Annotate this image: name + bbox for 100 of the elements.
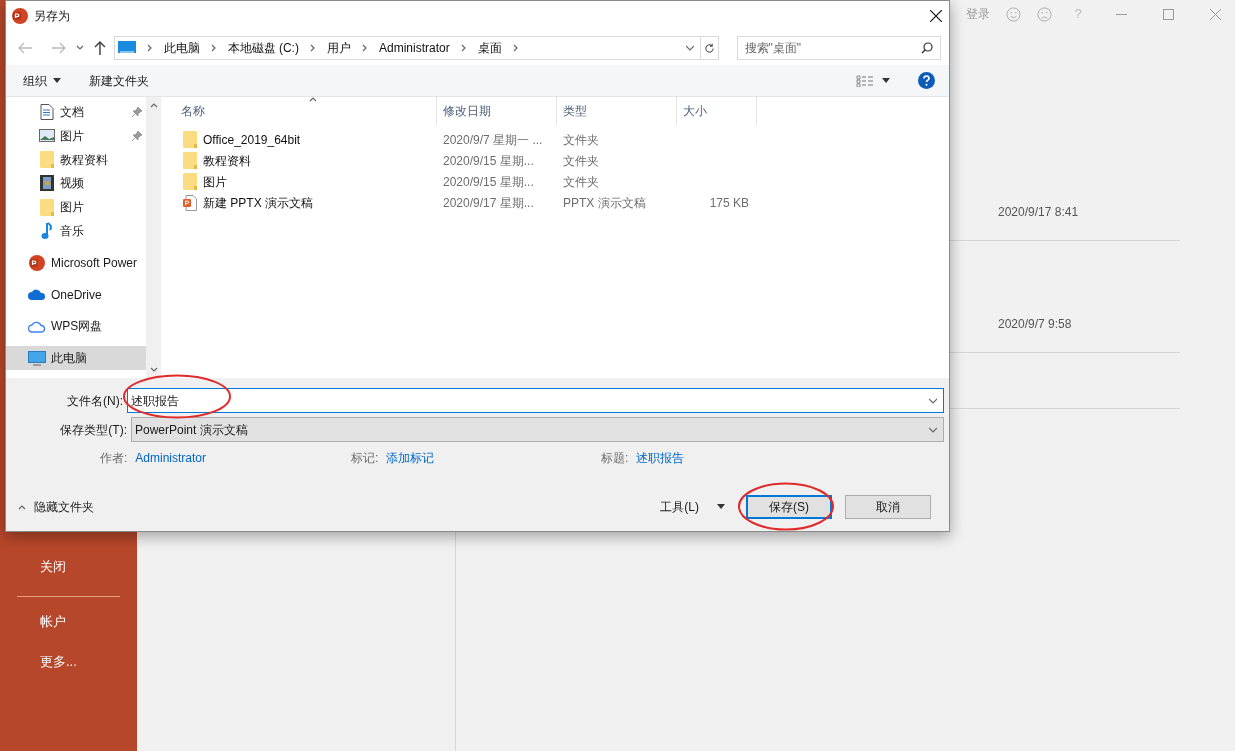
file-row[interactable]: 教程资料 2020/9/15 星期... 文件夹 bbox=[175, 150, 949, 171]
file-size: 175 KB bbox=[708, 194, 750, 212]
hide-folders-button[interactable]: 隐藏文件夹 bbox=[6, 497, 94, 516]
folder-icon bbox=[40, 198, 54, 216]
file-name-box[interactable]: 述职报告 bbox=[127, 388, 944, 413]
file-name: 图片 bbox=[203, 173, 227, 191]
search-field[interactable]: 搜索"桌面" bbox=[744, 39, 921, 57]
caret-icon bbox=[882, 78, 890, 83]
chevron-icon bbox=[511, 44, 520, 52]
file-row[interactable]: 图片 2020/9/15 星期... 文件夹 bbox=[175, 171, 949, 192]
chevron-up-icon bbox=[149, 101, 158, 109]
chevron-icon bbox=[360, 44, 369, 52]
smile-icon[interactable] bbox=[1006, 6, 1021, 22]
computer-icon bbox=[117, 41, 136, 55]
presentation-file-icon bbox=[183, 194, 197, 211]
nav-item[interactable]: 音乐 bbox=[6, 219, 146, 243]
meta-link[interactable]: 述职报告 bbox=[636, 449, 685, 467]
chevron-down-icon bbox=[75, 44, 84, 52]
nav-item[interactable]: Microsoft Power bbox=[6, 250, 146, 275]
chevron-down-icon bbox=[929, 425, 937, 434]
nav-item[interactable]: 图片 bbox=[6, 123, 146, 148]
folder-icon bbox=[40, 151, 54, 169]
computer-icon bbox=[28, 350, 46, 366]
nav-item[interactable]: 文档 bbox=[6, 100, 146, 124]
sidebar-item[interactable]: 更多... bbox=[0, 651, 137, 673]
file-row[interactable]: 新建 PPTX 演示文稿 2020/9/17 星期... PPTX 演示文稿 175 KB bbox=[175, 192, 949, 213]
window-title: 另存为 bbox=[34, 8, 70, 25]
forward-arrow-icon[interactable] bbox=[51, 42, 66, 54]
cloud-icon bbox=[28, 289, 46, 301]
caret-icon bbox=[53, 78, 61, 83]
file-name-field[interactable]: 述职报告 bbox=[131, 391, 929, 410]
nav-item[interactable]: 教程资料 bbox=[6, 147, 146, 172]
view-options-icon[interactable] bbox=[856, 74, 874, 87]
file-row[interactable]: Office_2019_64bit 2020/9/7 星期一 ... 文件夹 bbox=[175, 129, 949, 150]
nav-item[interactable]: 视频 bbox=[6, 171, 146, 196]
sidebar-item[interactable]: 关闭 bbox=[0, 556, 137, 578]
cloud-outline-icon bbox=[28, 319, 46, 333]
music-note-icon bbox=[41, 221, 53, 240]
film-icon bbox=[40, 175, 54, 192]
refresh-icon[interactable] bbox=[703, 42, 715, 54]
folder-icon bbox=[183, 173, 197, 190]
meta-label: 作者: bbox=[100, 450, 128, 467]
nav-item[interactable]: 此电脑 bbox=[6, 346, 146, 371]
chevron-down-icon bbox=[685, 44, 694, 52]
file-name: 新建 PPTX 演示文稿 bbox=[203, 194, 313, 212]
column-header[interactable]: 修改日期 bbox=[437, 97, 557, 125]
help-icon[interactable] bbox=[918, 72, 935, 89]
powerpoint-icon bbox=[12, 8, 28, 24]
chevron-icon bbox=[459, 44, 468, 52]
organize-menu[interactable]: 组织 bbox=[23, 71, 61, 90]
file-type: PPTX 演示文稿 bbox=[562, 194, 647, 212]
file-type: 文件夹 bbox=[562, 173, 600, 191]
address-bar[interactable]: 此电脑 本地磁盘 (C:) 用户 Administrator 桌面 bbox=[113, 36, 719, 60]
recent-time: 2020/9/7 9:58 bbox=[998, 316, 1072, 333]
file-name: Office_2019_64bit bbox=[203, 131, 301, 149]
meta-link[interactable]: Administrator bbox=[135, 449, 207, 467]
modified-date: 2020/9/7 星期一 ... bbox=[442, 131, 544, 149]
save-type-dropdown[interactable]: PowerPoint 演示文稿 bbox=[131, 417, 944, 442]
column-header[interactable]: 大小 bbox=[677, 97, 757, 125]
scrollbar[interactable] bbox=[146, 97, 161, 378]
nav-item[interactable]: OneDrive bbox=[6, 282, 146, 307]
chevron-icon bbox=[145, 44, 154, 52]
new-folder-button[interactable]: 新建文件夹 bbox=[89, 71, 149, 90]
meta-label: 标题: bbox=[601, 450, 629, 467]
breadcrumb-segment[interactable]: 本地磁盘 (C:) bbox=[227, 39, 299, 57]
folder-icon bbox=[183, 131, 197, 148]
recent-time: 2020/9/17 8:41 bbox=[998, 204, 1079, 221]
file-type: 文件夹 bbox=[562, 131, 600, 149]
search-box[interactable]: 搜索"桌面" bbox=[736, 36, 941, 60]
breadcrumb-segment[interactable]: 此电脑 bbox=[163, 39, 200, 57]
meta-link[interactable]: 添加标记 bbox=[386, 449, 435, 467]
cancel-button[interactable]: 取消 bbox=[845, 494, 931, 519]
file-name-label: 文件名(N): bbox=[66, 392, 124, 410]
chevron-icon bbox=[308, 44, 317, 52]
save-button[interactable]: 保存(S) bbox=[746, 494, 832, 519]
up-arrow-icon[interactable] bbox=[93, 41, 106, 55]
modified-date: 2020/9/15 星期... bbox=[442, 152, 535, 170]
breadcrumb-segment[interactable]: 用户 bbox=[326, 39, 351, 57]
column-header[interactable]: 类型 bbox=[557, 97, 677, 125]
maximize-icon[interactable] bbox=[1163, 8, 1174, 20]
nav-item[interactable]: 图片 bbox=[6, 195, 146, 220]
file-type: 文件夹 bbox=[562, 152, 600, 170]
file-name: 教程资料 bbox=[203, 152, 251, 170]
column-header[interactable]: 名称 bbox=[175, 97, 437, 125]
document-icon bbox=[40, 103, 54, 120]
back-arrow-icon[interactable] bbox=[18, 42, 32, 54]
close-icon[interactable] bbox=[930, 10, 942, 22]
nav-item[interactable]: WPS网盘 bbox=[6, 314, 146, 339]
chevron-icon bbox=[209, 44, 218, 52]
powerpoint-icon bbox=[29, 254, 45, 271]
breadcrumb-segment[interactable]: Administrator bbox=[378, 39, 450, 57]
modified-date: 2020/9/17 星期... bbox=[442, 194, 535, 212]
chevron-down-icon bbox=[929, 396, 937, 405]
chevron-down-icon bbox=[149, 366, 158, 374]
breadcrumb-segment[interactable]: 桌面 bbox=[477, 39, 502, 57]
frown-icon[interactable] bbox=[1037, 6, 1052, 22]
sidebar-item[interactable]: 帐户 bbox=[0, 611, 137, 633]
folder-icon bbox=[183, 152, 197, 169]
tools-menu[interactable]: 工具(L) bbox=[660, 497, 725, 516]
image-icon bbox=[39, 129, 55, 143]
